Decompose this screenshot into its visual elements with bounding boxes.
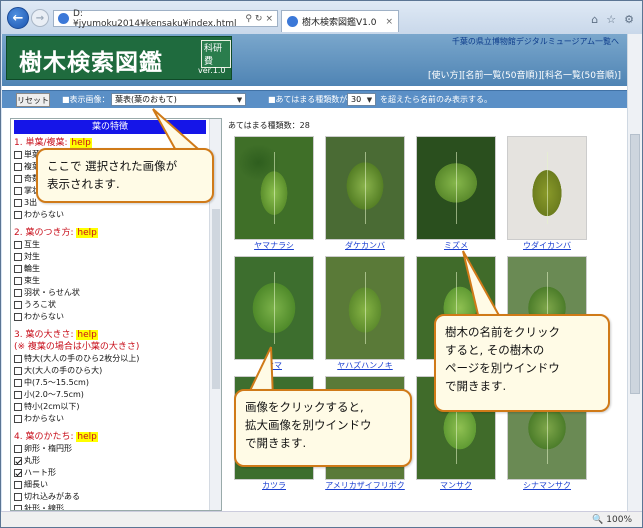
callout-tail-name [462, 250, 503, 320]
callout-select-text: ここで 選択された画像が 表示されます. [47, 159, 178, 191]
callout-image-tip: 画像をクリックすると, 拡大画像を別ウインドウ で開きます. [234, 389, 412, 467]
browser-window: ← → D:¥jyumoku2014¥kensaku¥index.html ⚲ … [0, 0, 643, 528]
callout-name-tip: 樹木の名前をクリック すると, その樹木の ページを別ウインドウ で開きます. [434, 314, 610, 412]
callout-name-text: 樹木の名前をクリック すると, その樹木の ページを別ウインドウ で開きます. [445, 325, 560, 393]
callout-select-tip: ここで 選択された画像が 表示されます. [36, 148, 214, 203]
callout-image-text: 画像をクリックすると, 拡大画像を別ウインドウ で開きます. [245, 400, 372, 450]
